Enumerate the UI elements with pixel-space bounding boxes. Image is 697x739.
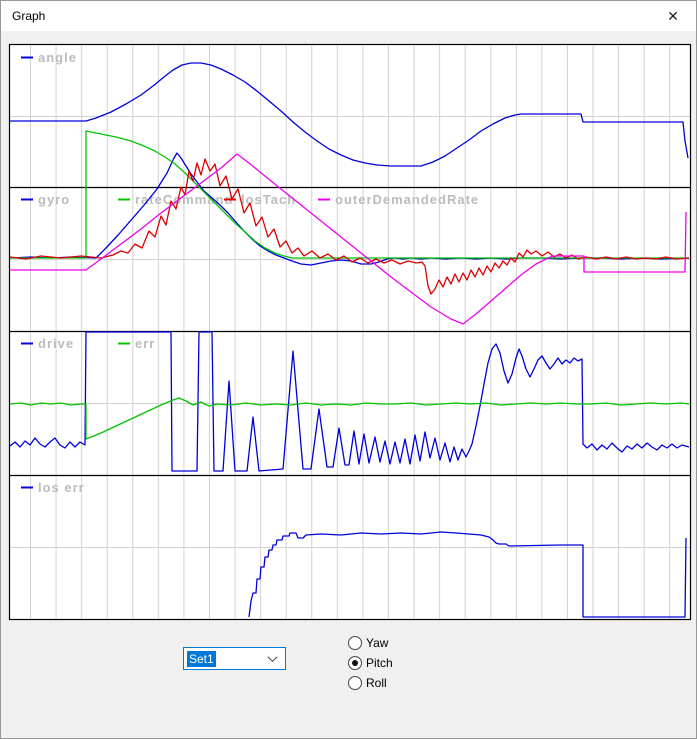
graph-dialog-window: Graph ✕ anglegyrorateCommandlosTachouter…	[0, 0, 697, 739]
close-button[interactable]: ✕	[650, 1, 696, 31]
plot-background	[9, 44, 690, 619]
radio-circle-icon	[348, 636, 362, 650]
radio-label: Roll	[366, 676, 387, 690]
combobox-selected-value: Set1	[187, 651, 216, 667]
title-bar: Graph ✕	[1, 1, 696, 31]
chevron-down-icon	[268, 652, 278, 662]
radio-circle-icon	[348, 676, 362, 690]
dataset-combobox[interactable]: Set1	[183, 647, 286, 670]
window-title: Graph	[12, 9, 45, 23]
radio-label: Yaw	[366, 636, 388, 650]
radio-selected-dot	[352, 660, 358, 666]
close-icon: ✕	[667, 8, 679, 25]
radio-option-yaw[interactable]: Yaw	[348, 633, 393, 653]
axis-radio-group: Yaw Pitch Roll	[348, 633, 393, 693]
radio-label: Pitch	[366, 656, 393, 670]
radio-option-roll[interactable]: Roll	[348, 673, 393, 693]
radio-circle-icon	[348, 656, 362, 670]
radio-option-pitch[interactable]: Pitch	[348, 653, 393, 673]
